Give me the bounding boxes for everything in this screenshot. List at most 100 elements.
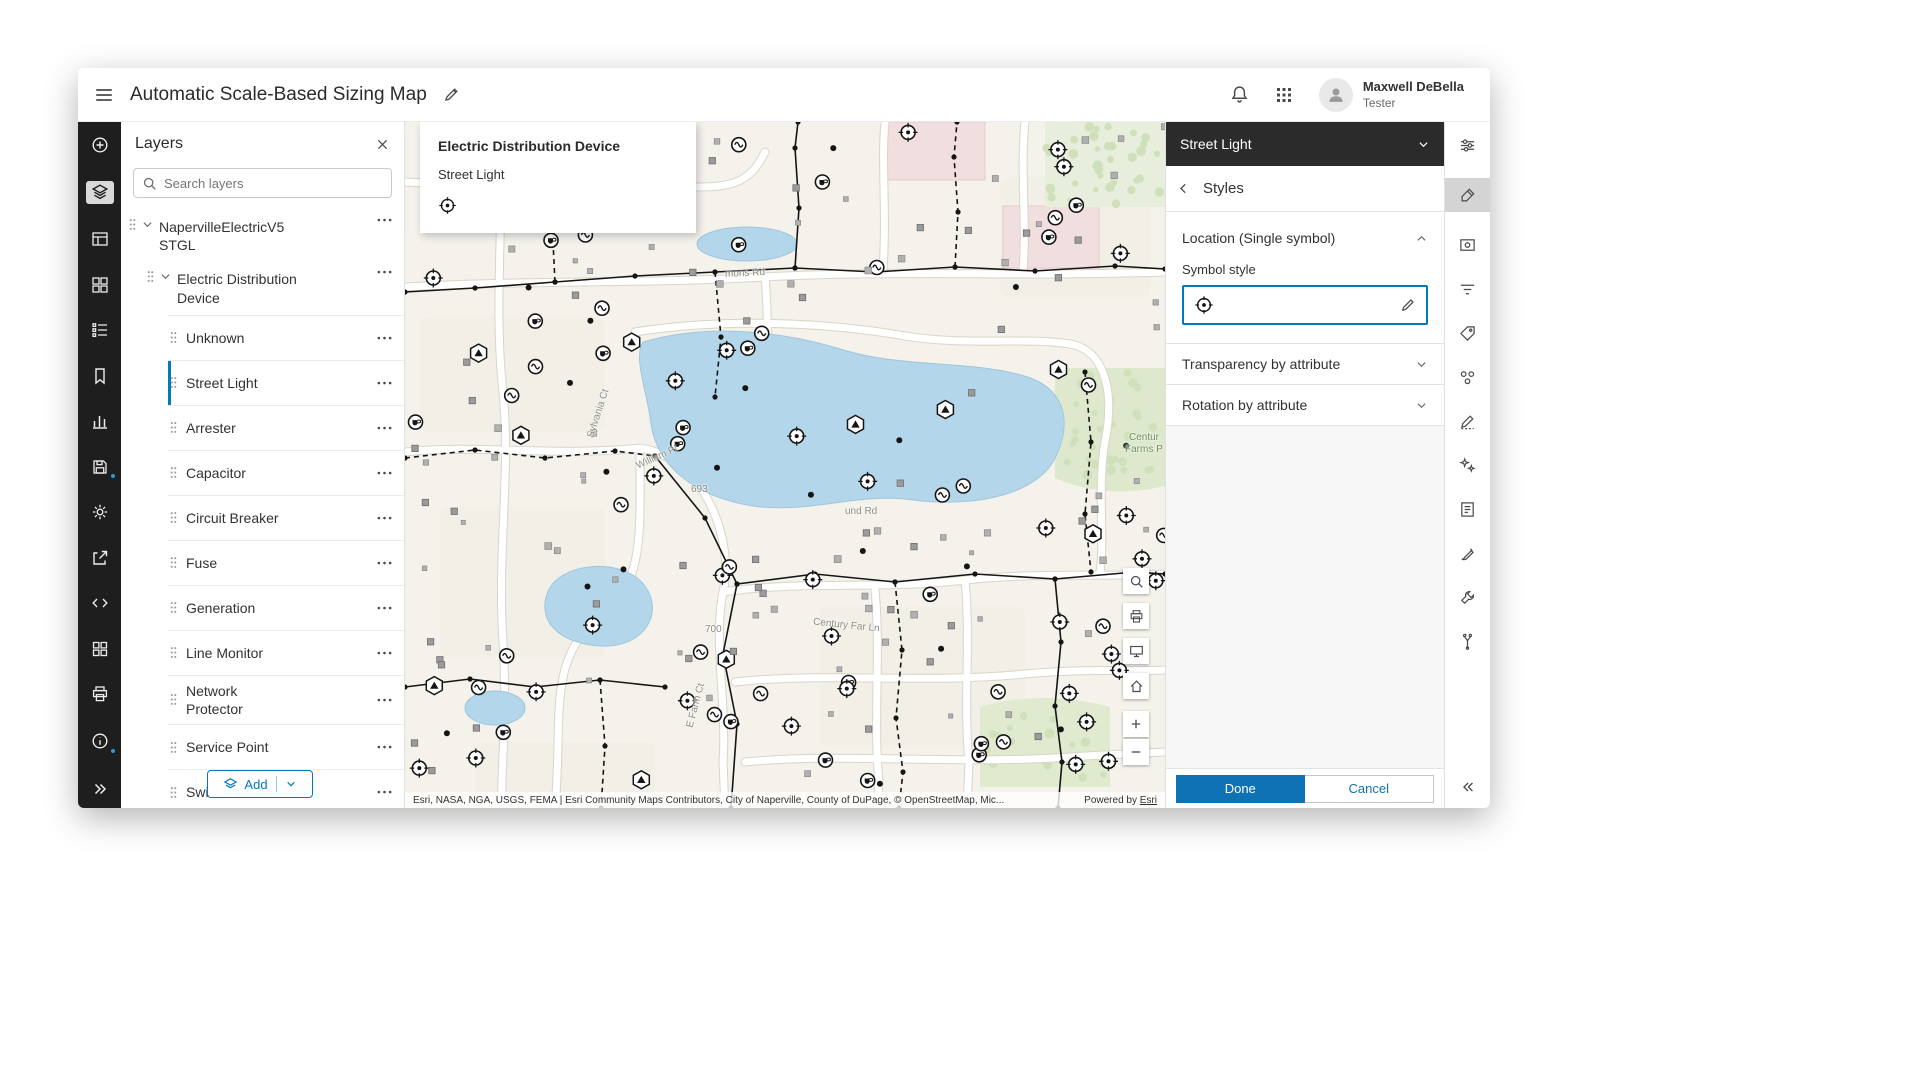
info-icon[interactable] xyxy=(86,730,117,756)
drag-handle-icon[interactable] xyxy=(170,693,177,706)
collapse-panel-icon[interactable] xyxy=(1445,776,1491,798)
layer-tree: NapervilleElectricV5 STGL Electric Distr… xyxy=(121,210,404,808)
item-options-icon[interactable] xyxy=(377,516,392,520)
item-options-icon[interactable] xyxy=(377,426,392,430)
layer-item-network-protector[interactable]: Network Protector xyxy=(168,674,404,724)
cancel-button[interactable]: Cancel xyxy=(1304,774,1434,803)
map-settings-gear-icon[interactable] xyxy=(86,503,114,523)
done-button[interactable]: Done xyxy=(1176,774,1305,803)
user-menu[interactable]: Maxwell DeBella Tester xyxy=(1318,77,1464,112)
location-section-header[interactable]: Location (Single symbol) xyxy=(1166,212,1444,258)
drag-handle-icon[interactable] xyxy=(147,270,154,283)
layer-item-street-light[interactable]: Street Light xyxy=(168,359,404,405)
layer-search[interactable] xyxy=(133,168,392,198)
drag-handle-icon[interactable] xyxy=(170,556,177,569)
contents-toolbar xyxy=(78,122,121,808)
menu-icon[interactable] xyxy=(94,85,114,105)
apps-icon[interactable] xyxy=(86,639,114,659)
drag-handle-icon[interactable] xyxy=(170,786,177,799)
print-icon[interactable] xyxy=(86,685,114,705)
esri-link[interactable]: Esri xyxy=(1140,795,1157,806)
edit-note-icon[interactable] xyxy=(1445,498,1491,520)
layer-item-circuit-breaker[interactable]: Circuit Breaker xyxy=(168,494,404,540)
drag-handle-icon[interactable] xyxy=(170,601,177,614)
layer-item-service-point[interactable]: Service Point xyxy=(168,724,404,769)
item-options-icon[interactable] xyxy=(377,698,392,702)
add-layer-button[interactable]: Add xyxy=(207,770,313,798)
item-options-icon[interactable] xyxy=(377,336,392,340)
symbol-style-picker[interactable] xyxy=(1182,285,1428,325)
smart-mapping-icon[interactable] xyxy=(1445,410,1491,432)
rotation-section-header[interactable]: Rotation by attribute xyxy=(1166,384,1444,425)
style-layer-header[interactable]: Street Light xyxy=(1166,122,1444,166)
filter-icon[interactable] xyxy=(1445,278,1491,300)
layer-item-label: Circuit Breaker xyxy=(186,509,279,526)
transparency-section-header[interactable]: Transparency by attribute xyxy=(1166,343,1444,384)
aggregation-icon[interactable] xyxy=(1445,366,1491,388)
trace-branch-icon[interactable] xyxy=(1445,630,1491,652)
share-icon[interactable] xyxy=(86,548,114,568)
layer-item-capacitor[interactable]: Capacitor xyxy=(168,449,404,495)
drag-handle-icon[interactable] xyxy=(170,511,177,524)
drag-handle-icon[interactable] xyxy=(170,376,177,389)
layer-options-icon[interactable] xyxy=(377,270,392,274)
item-options-icon[interactable] xyxy=(377,651,392,655)
item-options-icon[interactable] xyxy=(377,381,392,385)
map-search-icon[interactable] xyxy=(1123,568,1149,594)
legend-icon[interactable] xyxy=(86,321,114,341)
layer-item-generation[interactable]: Generation xyxy=(168,584,404,630)
layers-panel: Layers NapervilleElectricV5 STGL xyxy=(121,122,405,808)
chevron-down-icon[interactable] xyxy=(159,270,172,283)
close-layers-icon[interactable] xyxy=(375,137,390,152)
item-options-icon[interactable] xyxy=(377,471,392,475)
map-view[interactable]: mons Rd Sylvania Ct William Pl 693 und R… xyxy=(405,122,1165,808)
item-options-icon[interactable] xyxy=(377,745,392,749)
drag-handle-icon[interactable] xyxy=(170,331,177,344)
layer-item-arrester[interactable]: Arrester xyxy=(168,404,404,450)
drag-handle-icon[interactable] xyxy=(129,218,136,231)
map-print-icon[interactable] xyxy=(1123,603,1149,629)
search-layers-input[interactable] xyxy=(164,175,383,191)
edit-title-pencil-icon[interactable] xyxy=(443,86,460,103)
zoom-out-icon[interactable] xyxy=(1123,739,1149,765)
map-presentation-icon[interactable] xyxy=(1123,638,1149,664)
item-options-icon[interactable] xyxy=(377,561,392,565)
styles-back-icon[interactable] xyxy=(1176,181,1191,196)
edit-symbol-pencil-icon[interactable] xyxy=(1400,297,1416,313)
add-layer-icon[interactable] xyxy=(86,135,114,155)
zoom-in-icon[interactable] xyxy=(1123,711,1149,737)
basemap-icon[interactable] xyxy=(86,275,114,295)
notifications-bell-icon[interactable] xyxy=(1230,85,1249,104)
save-icon[interactable] xyxy=(86,457,117,480)
item-options-icon[interactable] xyxy=(377,606,392,610)
styles-icon[interactable] xyxy=(1444,178,1490,212)
tables-icon[interactable] xyxy=(86,230,114,250)
layer-item-line-monitor[interactable]: Line Monitor xyxy=(168,629,404,675)
map-home-icon[interactable] xyxy=(1123,673,1149,699)
layer-item-fuse[interactable]: Fuse xyxy=(168,539,404,585)
group-layer-row[interactable]: Electric Distribution Device xyxy=(121,262,404,314)
drag-handle-icon[interactable] xyxy=(170,741,177,754)
popup-title: Electric Distribution Device xyxy=(438,138,621,154)
expand-rail-icon[interactable] xyxy=(86,778,114,800)
root-layer-row[interactable]: NapervilleElectricV5 STGL xyxy=(121,210,404,262)
layers-icon[interactable] xyxy=(85,180,114,204)
drag-handle-icon[interactable] xyxy=(170,421,177,434)
bookmarks-icon[interactable] xyxy=(86,366,114,386)
chevron-down-icon[interactable] xyxy=(141,218,154,231)
labels-icon[interactable] xyxy=(1445,322,1491,344)
layer-item-unknown[interactable]: Unknown xyxy=(168,314,404,360)
item-options-icon[interactable] xyxy=(377,790,392,794)
configure-wrench-icon[interactable] xyxy=(1445,586,1491,608)
developer-code-icon[interactable] xyxy=(86,594,114,614)
app-launcher-grid-icon[interactable] xyxy=(1275,86,1293,104)
pop-ups-icon[interactable] xyxy=(1445,234,1491,256)
rotation-section-label: Rotation by attribute xyxy=(1182,397,1308,413)
charts-icon[interactable] xyxy=(86,412,114,432)
sketch-icon[interactable] xyxy=(1445,454,1491,476)
properties-sliders-icon[interactable] xyxy=(1445,134,1491,156)
layer-options-icon[interactable] xyxy=(377,218,392,222)
effects-brush-icon[interactable] xyxy=(1445,542,1491,564)
drag-handle-icon[interactable] xyxy=(170,646,177,659)
drag-handle-icon[interactable] xyxy=(170,466,177,479)
